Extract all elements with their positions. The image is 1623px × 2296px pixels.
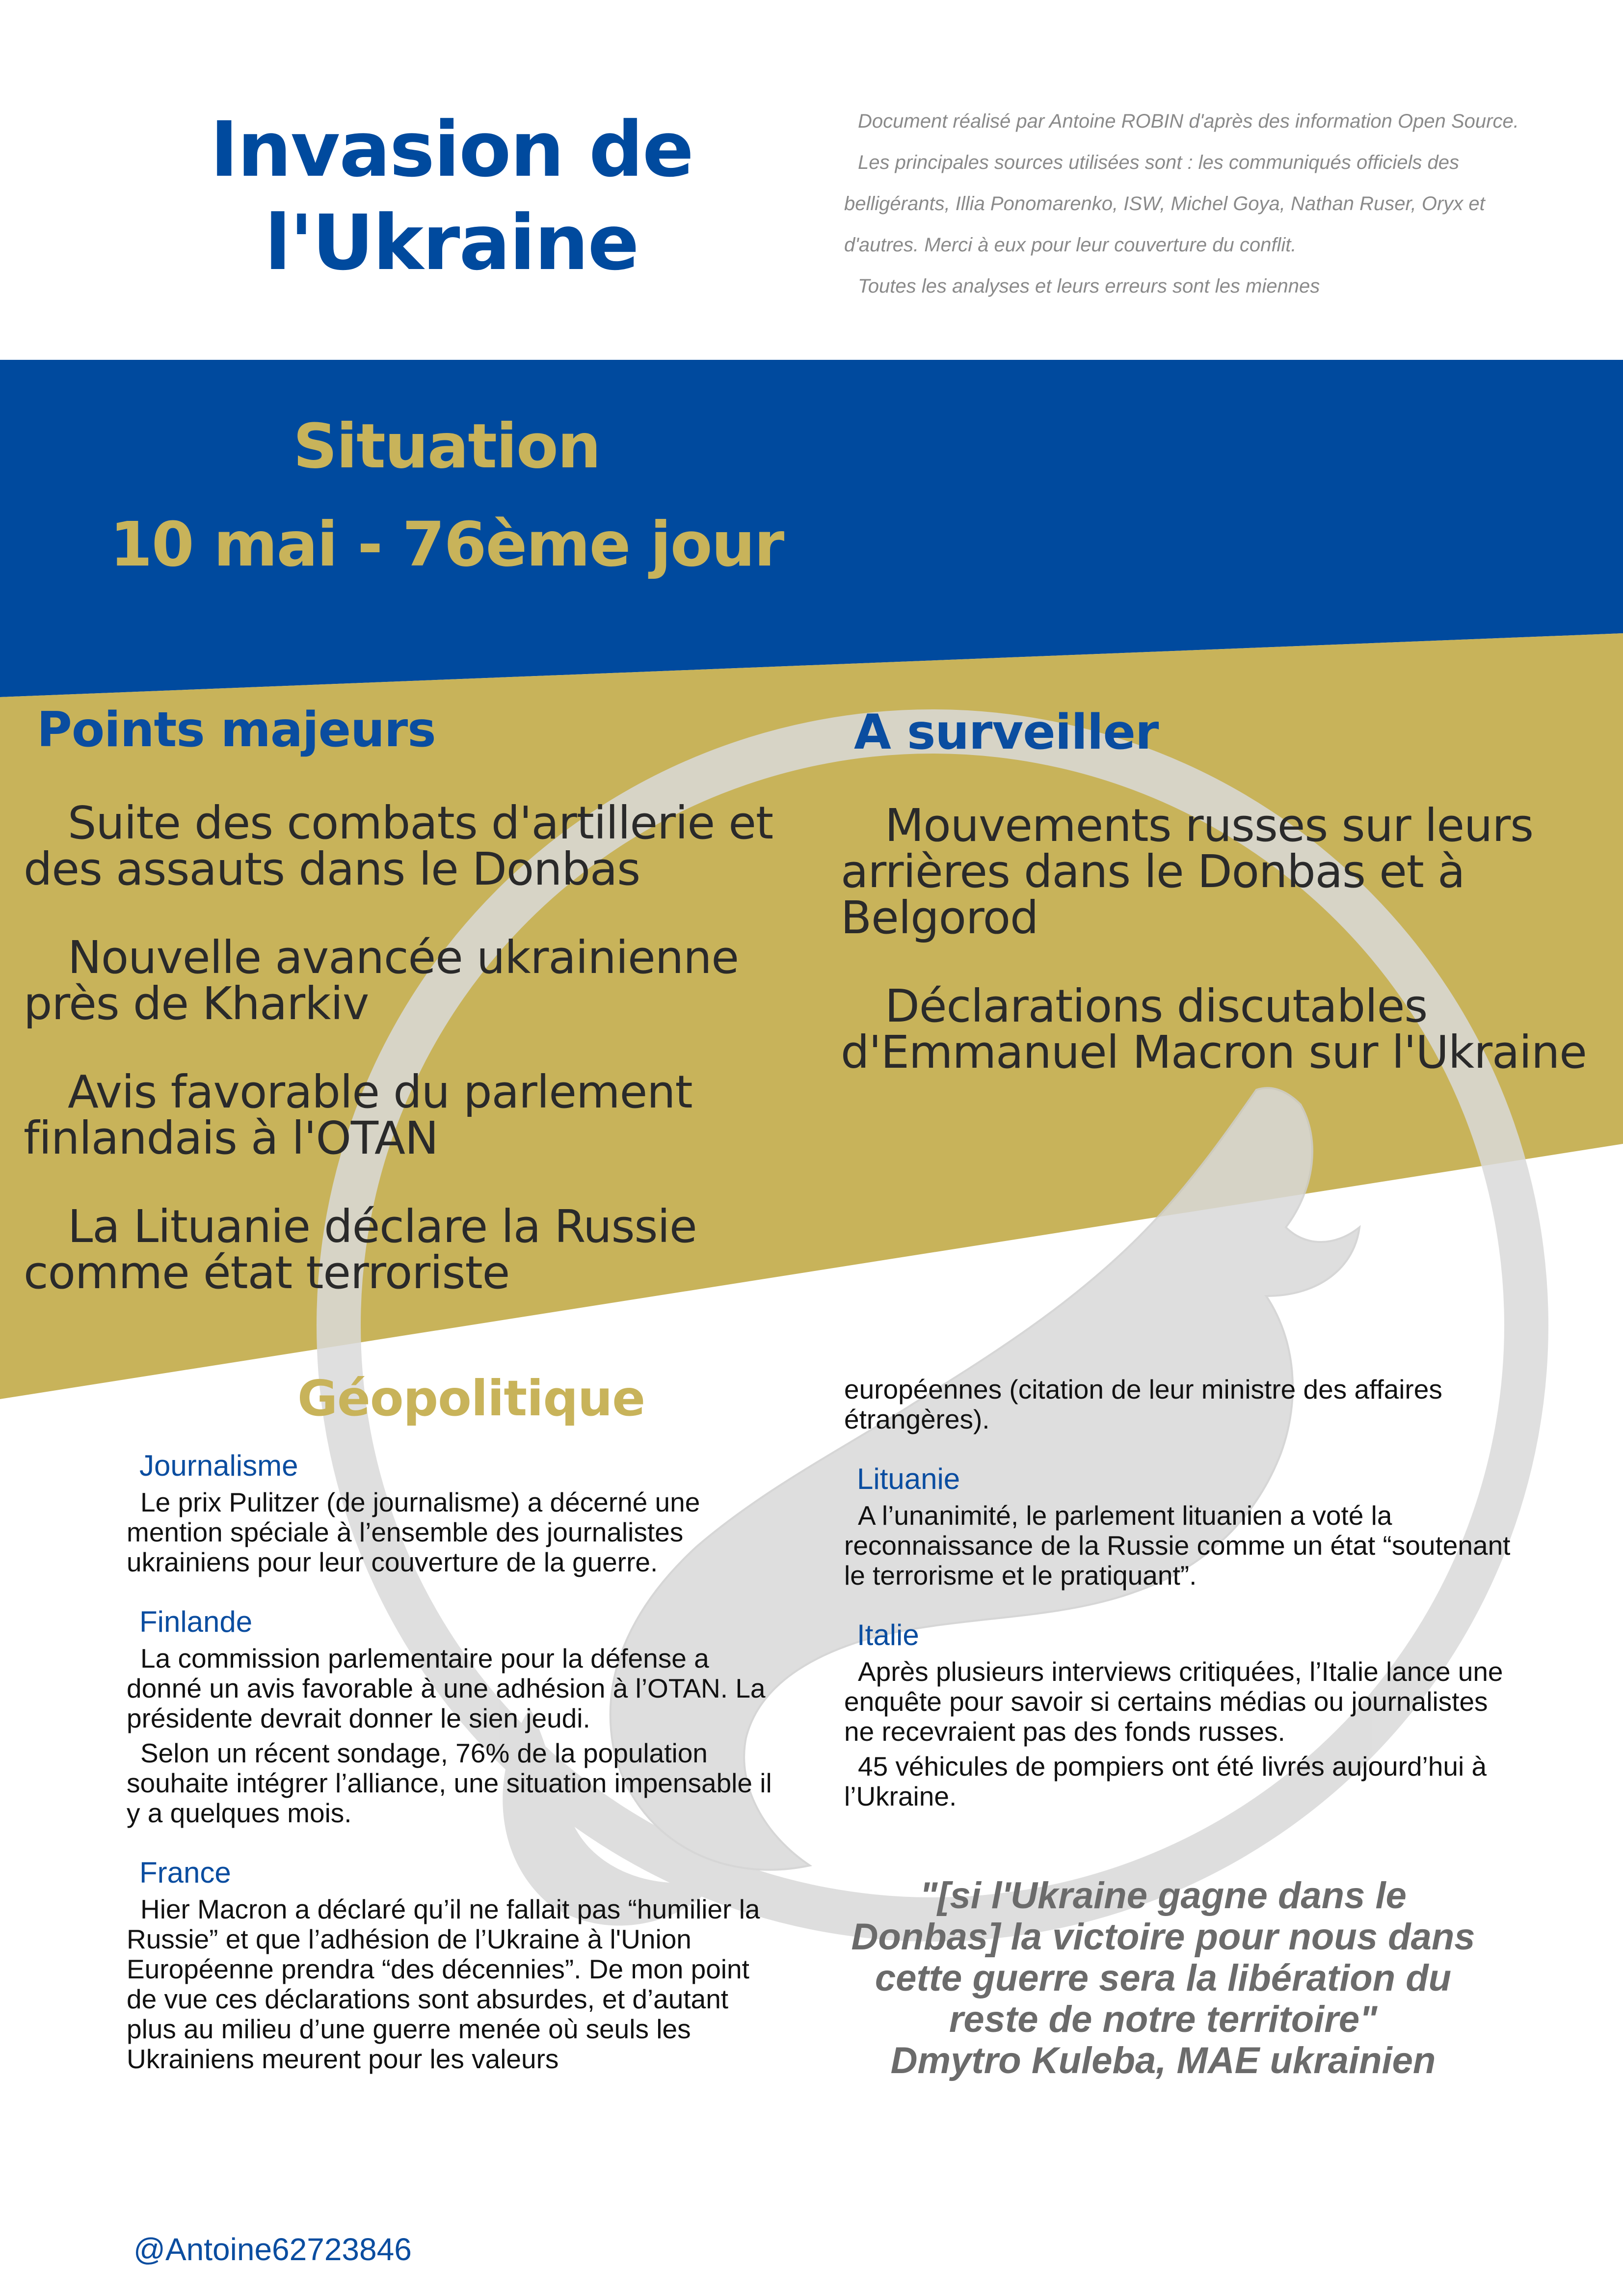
finlande-text-2: Selon un récent sondage, 76% de la popul… bbox=[127, 1738, 772, 1828]
kuleba-quote: "[si l'Ukraine gagne dans le Donbas] la … bbox=[844, 1875, 1482, 2081]
a-surveiller-list: Mouvements russes sur leurs arrières dan… bbox=[841, 803, 1606, 1118]
page-title: Invasion de l'Ukraine bbox=[147, 103, 756, 290]
list-item: Mouvements russes sur leurs arrières dan… bbox=[841, 799, 1534, 944]
list-item: Avis favorable du parlement finlandais à… bbox=[24, 1066, 693, 1164]
title-line-2: l'Ukraine bbox=[265, 198, 639, 287]
source-credits: Document réalisé par Antoine ROBIN d'apr… bbox=[844, 101, 1531, 307]
points-majeurs-list: Suite des combats d'artillerie et des as… bbox=[24, 800, 819, 1338]
quote-text: "[si l'Ukraine gagne dans le Donbas] la … bbox=[851, 1875, 1475, 2040]
list-item: Suite des combats d'artillerie et des as… bbox=[24, 797, 773, 895]
points-majeurs-heading: Points majeurs bbox=[37, 702, 436, 758]
situation-label: Situation bbox=[293, 411, 601, 482]
journalisme-subheading: Journalisme bbox=[139, 1449, 298, 1482]
situation-heading: Situation 10 mai - 76ème jour bbox=[98, 398, 795, 594]
source-line: Toutes les analyses et leurs erreurs son… bbox=[858, 275, 1320, 297]
geopolitique-right-column: européennes (citation de leur ministre d… bbox=[844, 1375, 1521, 1811]
source-line: Document réalisé par Antoine ROBIN d'apr… bbox=[858, 110, 1519, 132]
journalisme-text: Le prix Pulitzer (de journalisme) a déce… bbox=[127, 1487, 700, 1577]
list-item: Déclarations discutables d'Emmanuel Macr… bbox=[841, 980, 1587, 1079]
quote-author: Dmytro Kuleba, MAE ukrainien bbox=[890, 2040, 1436, 2081]
italie-subheading: Italie bbox=[857, 1619, 919, 1651]
source-line: Les principales sources utilisées sont :… bbox=[844, 152, 1485, 256]
france-text-continued: européennes (citation de leur ministre d… bbox=[844, 1374, 1442, 1434]
title-line-1: Invasion de bbox=[210, 105, 694, 194]
france-text: Hier Macron a déclaré qu’il ne fallait p… bbox=[127, 1894, 760, 2074]
lituanie-subheading: Lituanie bbox=[857, 1462, 960, 1495]
list-item: Nouvelle avancée ukrainienne près de Kha… bbox=[24, 931, 739, 1030]
geopolitique-left-column: Journalisme Le prix Pulitzer (de journal… bbox=[127, 1451, 779, 2074]
italie-text-2: 45 véhicules de pompiers ont été livrés … bbox=[844, 1751, 1487, 1811]
lituanie-text: A l’unanimité, le parlement lituanien a … bbox=[844, 1500, 1511, 1591]
twitter-handle[interactable]: @Antoine62723846 bbox=[133, 2231, 412, 2268]
finlande-subheading: Finlande bbox=[139, 1605, 253, 1638]
italie-text-1: Après plusieurs interviews critiquées, l… bbox=[844, 1656, 1503, 1747]
geopolitique-heading: Géopolitique bbox=[297, 1370, 645, 1427]
infographic-page: { "header": { "title_line1": "Invasion d… bbox=[0, 0, 1623, 2296]
situation-date: 10 mai - 76ème jour bbox=[109, 509, 784, 580]
a-surveiller-heading: A surveiller bbox=[854, 704, 1159, 760]
finlande-text-1: La commission parlementaire pour la défe… bbox=[127, 1643, 766, 1733]
list-item: La Lituanie déclare la Russie comme état… bbox=[24, 1200, 697, 1299]
france-subheading: France bbox=[139, 1856, 231, 1889]
